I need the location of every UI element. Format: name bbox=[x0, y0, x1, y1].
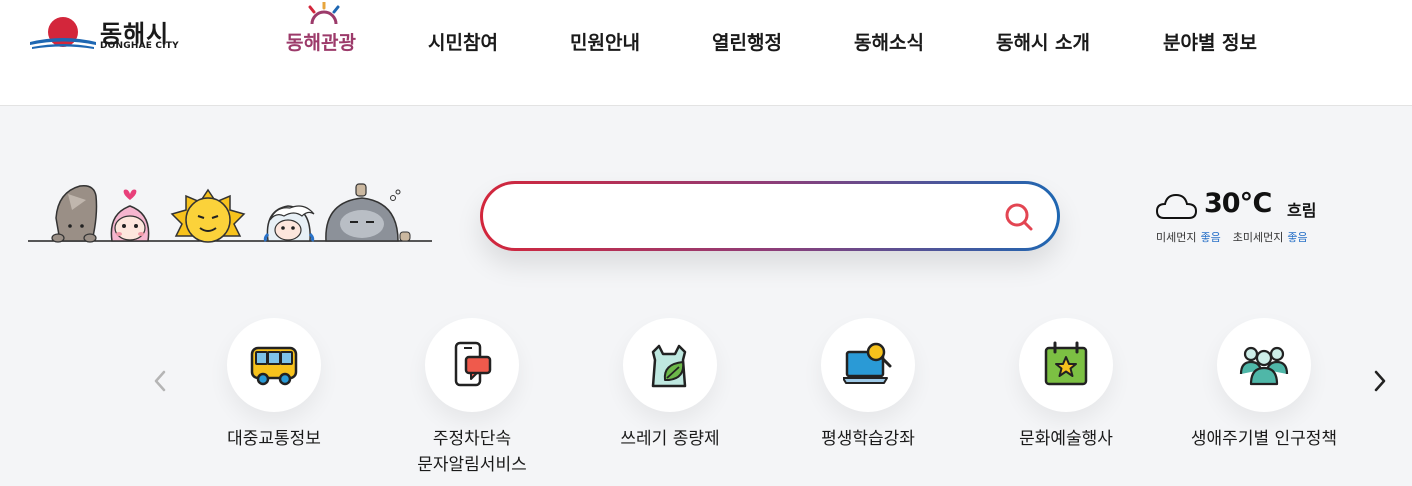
quick-menu-label: 대중교통정보 bbox=[227, 429, 321, 449]
temperature-value: 30℃ bbox=[1204, 188, 1272, 219]
quick-menu-icon-circle bbox=[821, 318, 915, 412]
nav-city-introduction[interactable]: 동해시 소개 bbox=[996, 28, 1090, 55]
laptop-search-icon bbox=[843, 342, 892, 384]
nav-news[interactable]: 동해소식 bbox=[854, 28, 924, 55]
weather-widget: 30℃ 흐림 미세먼지 좋음 초미세먼지 좋음 bbox=[1156, 188, 1376, 248]
main-navigation: 동해관광 시민참여 민원안내 열린행정 동해소식 동해시 소개 분야별 정보 bbox=[0, 28, 1412, 58]
search-icon[interactable] bbox=[1003, 201, 1035, 233]
quick-menu-icon-circle bbox=[1019, 318, 1113, 412]
phone-message-icon bbox=[454, 341, 492, 387]
wave-mascot-icon bbox=[263, 205, 315, 242]
weather-condition: 흐림 bbox=[1287, 201, 1317, 220]
quick-menu-culture-events[interactable]: 문화예술행사 bbox=[966, 318, 1166, 478]
quick-menu-icon-circle bbox=[425, 318, 519, 412]
quick-menu-icon-circle bbox=[227, 318, 321, 412]
nav-open-administration[interactable]: 열린행정 bbox=[712, 28, 782, 55]
quick-menu-population-policy[interactable]: 생애주기별 인구정책 bbox=[1164, 318, 1364, 478]
prev-arrow-icon[interactable] bbox=[150, 366, 170, 396]
nav-field-info[interactable]: 분야별 정보 bbox=[1163, 28, 1257, 55]
ultra-fine-dust-value: 좋음 bbox=[1287, 231, 1308, 244]
quick-menu-label: 문화예술행사 bbox=[1019, 429, 1113, 449]
fine-dust-label: 미세먼지 bbox=[1156, 231, 1197, 244]
fine-dust-value: 좋음 bbox=[1200, 231, 1221, 244]
quick-menu-waste-volume[interactable]: 쓰레기 종량제 bbox=[570, 318, 770, 478]
pink-mascot-icon bbox=[110, 189, 150, 242]
trash-bag-icon bbox=[651, 344, 687, 388]
quick-menu-label: 평생학습강좌 bbox=[821, 429, 915, 449]
quick-menu-icon-circle bbox=[623, 318, 717, 412]
nav-civil-service[interactable]: 민원안내 bbox=[570, 28, 640, 55]
quick-menu-icon-circle bbox=[1217, 318, 1311, 412]
next-arrow-icon[interactable] bbox=[1370, 366, 1390, 396]
seal-mascot-icon bbox=[325, 183, 411, 242]
rock-mascot-icon bbox=[51, 184, 98, 243]
search-box bbox=[480, 181, 1060, 251]
mascot-characters-illustration bbox=[28, 183, 432, 243]
bus-icon bbox=[250, 346, 298, 386]
people-icon bbox=[1239, 346, 1289, 386]
air-quality-info: 미세먼지 좋음 초미세먼지 좋음 bbox=[1156, 229, 1308, 245]
ultra-fine-dust-label: 초미세먼지 bbox=[1232, 231, 1284, 244]
quick-menu-label: 주정차단속 문자알림서비스 bbox=[417, 429, 527, 475]
nav-citizen-participation[interactable]: 시민참여 bbox=[428, 28, 498, 55]
calendar-star-icon bbox=[1044, 341, 1088, 386]
site-header: 동해시 DONGHAE CITY 동해관광 시민참여 민원안내 열린행정 동해소… bbox=[0, 0, 1412, 106]
search-input[interactable] bbox=[509, 196, 979, 236]
tourism-sun-icon bbox=[308, 2, 340, 24]
quick-menu-lifelong-learning[interactable]: 평생학습강좌 bbox=[768, 318, 968, 478]
quick-menu-parking-alert[interactable]: 주정차단속 문자알림서비스 bbox=[372, 318, 572, 478]
quick-menu-public-transit[interactable]: 대중교통정보 bbox=[174, 318, 374, 478]
quick-menu-label: 쓰레기 종량제 bbox=[620, 429, 720, 449]
nav-tourism[interactable]: 동해관광 bbox=[286, 28, 356, 55]
sun-mascot-icon bbox=[170, 188, 246, 243]
quick-menu-label: 생애주기별 인구정책 bbox=[1190, 429, 1338, 449]
cloud-icon bbox=[1156, 193, 1198, 219]
search-box-inner bbox=[483, 184, 1057, 248]
